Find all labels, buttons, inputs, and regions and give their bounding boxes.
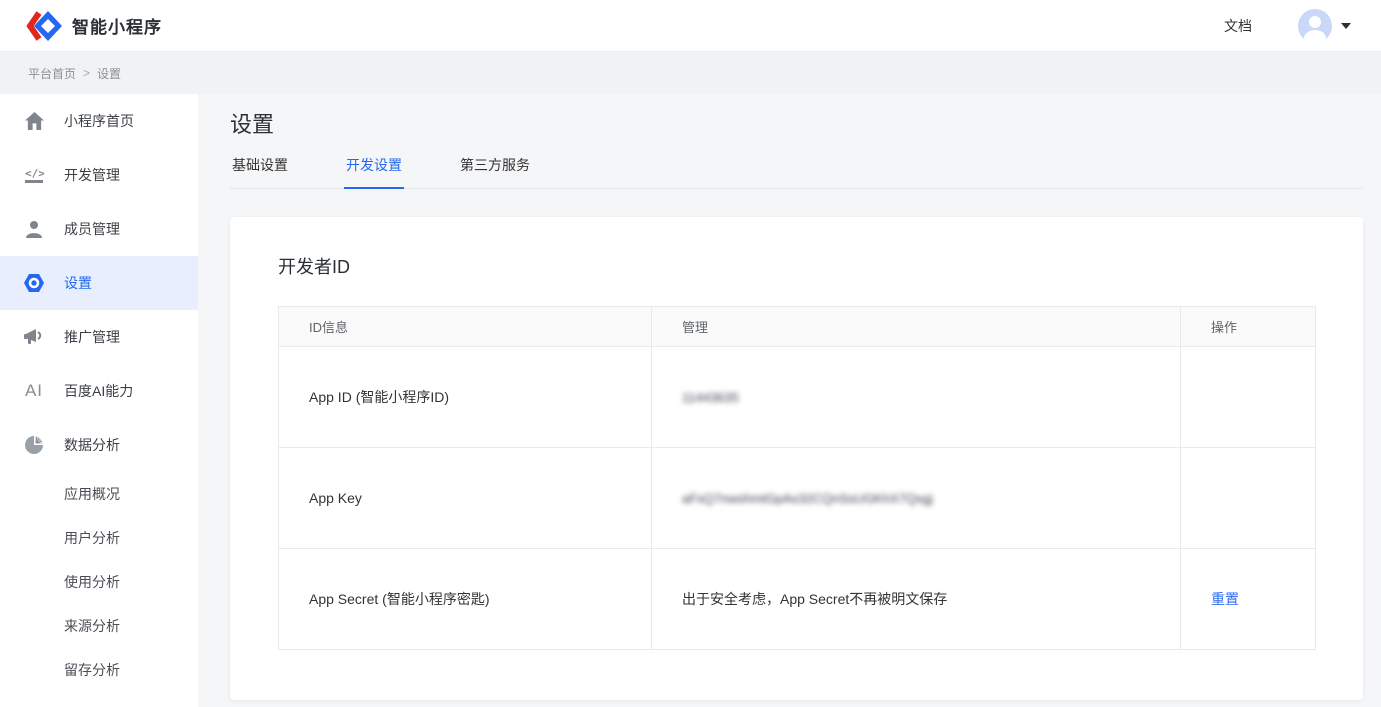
avatar-person-icon (1309, 16, 1321, 28)
svg-text:</>: </> (25, 167, 44, 180)
breadcrumb: 平台首页 > 设置 (0, 52, 1381, 94)
breadcrumb-separator: > (83, 66, 90, 80)
table-row-app-secret: App Secret (智能小程序密匙) 出于安全考虑，App Secret不再… (279, 549, 1316, 650)
sidebar-subitem-usage-analysis[interactable]: 使用分析 (0, 560, 198, 604)
column-header-action: 操作 (1181, 307, 1316, 347)
tab-third-party[interactable]: 第三方服务 (458, 155, 532, 188)
column-header-manage: 管理 (652, 307, 1181, 347)
row-label: App Secret (智能小程序密匙) (279, 549, 652, 650)
reset-link[interactable]: 重置 (1211, 591, 1239, 607)
brand-name: 智能小程序 (72, 13, 162, 38)
tab-dev-settings[interactable]: 开发设置 (344, 155, 404, 188)
sidebar-item-settings[interactable]: 设置 (0, 256, 198, 310)
card-heading: 开发者ID (230, 217, 1363, 279)
app-secret-note: 出于安全考虑，App Secret不再被明文保存 (682, 591, 947, 607)
user-menu-caret-icon[interactable] (1341, 23, 1351, 29)
home-icon (24, 111, 44, 131)
settings-icon (24, 273, 44, 293)
developer-id-table: ID信息 管理 操作 App ID (智能小程序ID) 11443635 App… (278, 306, 1316, 650)
ai-icon: AI (24, 381, 44, 401)
sidebar-subitem-app-overview[interactable]: 应用概况 (0, 472, 198, 516)
pie-chart-icon (24, 435, 44, 455)
main-content: 设置 基础设置 开发设置 第三方服务 开发者ID ID信息 管理 操作 App … (198, 94, 1381, 707)
column-header-id-info: ID信息 (279, 307, 652, 347)
sidebar-item-analytics[interactable]: 数据分析 (0, 418, 198, 472)
tab-basic-settings[interactable]: 基础设置 (230, 155, 290, 188)
table-row-app-id: App ID (智能小程序ID) 11443635 (279, 347, 1316, 448)
sidebar-item-members[interactable]: 成员管理 (0, 202, 198, 256)
top-header: 智能小程序 文档 (0, 0, 1381, 52)
settings-tabs: 基础设置 开发设置 第三方服务 (230, 155, 1363, 189)
app-logo-icon (26, 10, 62, 42)
sidebar-item-ai[interactable]: AI 百度AI能力 (0, 364, 198, 418)
sidebar-subitem-user-analysis[interactable]: 用户分析 (0, 516, 198, 560)
docs-link[interactable]: 文档 (1224, 16, 1252, 36)
code-icon: </> (24, 165, 44, 185)
sidebar-subitem-retention-analysis[interactable]: 留存分析 (0, 648, 198, 692)
page-title: 设置 (230, 107, 1381, 139)
table-header-row: ID信息 管理 操作 (279, 307, 1316, 347)
sidebar-item-home[interactable]: 小程序首页 (0, 94, 198, 148)
app-id-value: 11443635 (682, 390, 739, 405)
breadcrumb-current[interactable]: 设置 (97, 65, 121, 82)
table-row-app-key: App Key aFsQ7nwshmtGpAs32CQnSsUGKhX7Qsgj (279, 448, 1316, 549)
row-label: App ID (智能小程序ID) (279, 347, 652, 448)
sidebar-subitem-source-analysis[interactable]: 来源分析 (0, 604, 198, 648)
sidebar-item-dev[interactable]: </> 开发管理 (0, 148, 198, 202)
row-label: App Key (279, 448, 652, 549)
brand-logo-link[interactable]: 智能小程序 (26, 10, 162, 42)
app-key-value: aFsQ7nwshmtGpAs32CQnSsUGKhX7Qsgj (682, 491, 933, 506)
member-icon (24, 219, 44, 239)
sidebar: 小程序首页 </> 开发管理 成员管理 设置 (0, 94, 198, 707)
sidebar-item-promotion[interactable]: 推广管理 (0, 310, 198, 364)
breadcrumb-home[interactable]: 平台首页 (28, 65, 76, 82)
developer-id-card: 开发者ID ID信息 管理 操作 App ID (智能小程序ID) 114436… (230, 217, 1363, 700)
user-avatar[interactable] (1298, 9, 1332, 43)
megaphone-icon (24, 327, 44, 347)
